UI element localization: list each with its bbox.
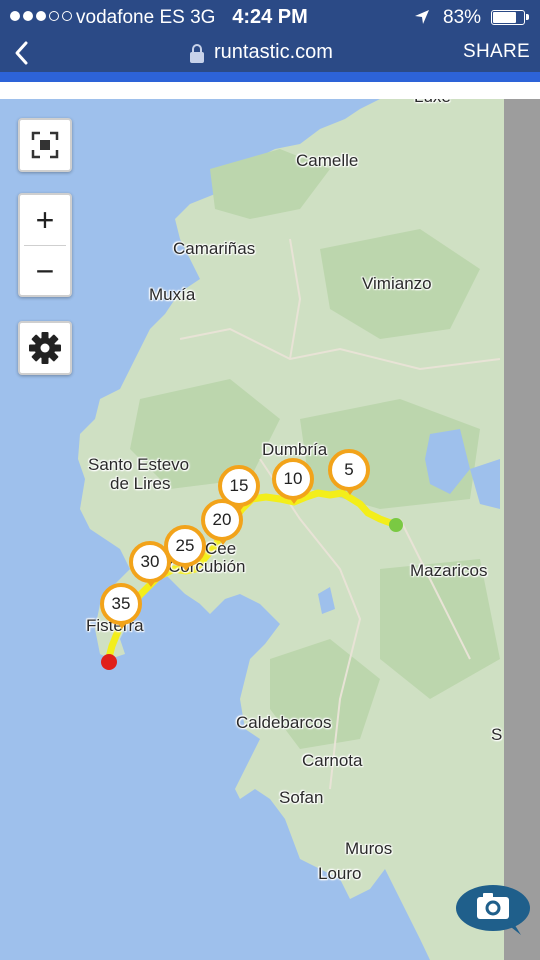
zoom-in-button[interactable]: +: [20, 195, 70, 245]
km-marker-5[interactable]: 5: [328, 449, 372, 495]
place-camarinas: Camariñas: [173, 239, 256, 258]
network-type: 3G: [190, 7, 216, 28]
place-vimianzo: Vimianzo: [362, 274, 432, 293]
route-map[interactable]: Luxe Camelle Camariñas Vimianzo Muxía Du…: [0, 99, 540, 960]
page-header-band: [0, 72, 540, 82]
place-mazaricos: Mazaricos: [410, 561, 488, 580]
km-marker-35[interactable]: 35: [100, 583, 144, 629]
end-point: [101, 654, 117, 670]
place-luxe: Luxe: [414, 99, 451, 107]
place-santo-estevo: Santo Estevo: [88, 455, 190, 474]
place-muxia: Muxía: [149, 285, 196, 304]
camera-button[interactable]: [455, 884, 531, 936]
km-marker-10[interactable]: 10: [272, 458, 316, 504]
place-muros: Muros: [345, 839, 393, 858]
lock-icon: [190, 44, 204, 63]
zoom-controls: + −: [18, 193, 72, 297]
browser-url-bar: runtastic.com SHARE: [0, 34, 540, 72]
start-point: [389, 518, 403, 532]
settings-button[interactable]: [18, 321, 72, 375]
battery-fill: [493, 12, 516, 23]
place-dumbria: Dumbría: [262, 440, 328, 459]
place-s-edge: S: [491, 725, 503, 744]
fullscreen-button[interactable]: [18, 118, 72, 172]
signal-strength-icon: [10, 11, 72, 21]
battery-percent: 83%: [443, 7, 482, 28]
map-terrain: [78, 99, 504, 960]
gear-icon: [29, 332, 61, 364]
fullscreen-icon: [31, 131, 59, 159]
location-arrow-icon: [415, 10, 429, 24]
battery-icon: [491, 10, 529, 25]
carrier-name: vodafone ES 3G: [76, 7, 216, 28]
chevron-left-icon[interactable]: [8, 38, 38, 68]
place-camelle: Camelle: [296, 151, 359, 170]
km-marker-30[interactable]: 30: [129, 541, 173, 587]
place-carnota: Carnota: [302, 751, 363, 770]
place-de-lires: de Lires: [110, 474, 171, 493]
place-louro: Louro: [318, 864, 362, 883]
share-button[interactable]: SHARE: [463, 41, 530, 63]
land-area: [78, 99, 504, 960]
url-domain[interactable]: runtastic.com: [214, 41, 333, 64]
map-side-strip: [504, 99, 540, 960]
place-sofan: Sofan: [279, 788, 324, 807]
header-gap: [0, 82, 540, 99]
status-bar: vodafone ES 3G 4:24 PM 83%: [0, 0, 540, 34]
zoom-out-button[interactable]: −: [20, 246, 70, 296]
place-caldebarcos: Caldebarcos: [236, 713, 332, 732]
